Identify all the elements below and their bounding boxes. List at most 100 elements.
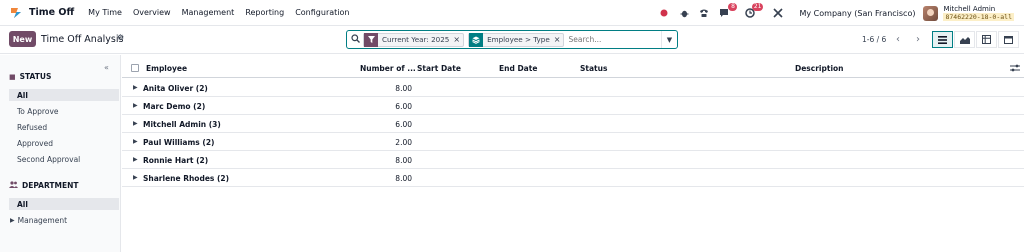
group-total: 8.00 bbox=[395, 174, 412, 183]
group-total: 6.00 bbox=[395, 102, 412, 111]
control-panel: New Time Off Analysis ⚙ Current Year: 20… bbox=[0, 26, 1024, 54]
bug-icon[interactable] bbox=[677, 6, 691, 20]
user-avatar[interactable] bbox=[923, 5, 939, 21]
company-switcher[interactable]: My Company (San Francisco) bbox=[799, 9, 915, 18]
group-expand-icon[interactable]: ▶ bbox=[133, 156, 138, 163]
table-row[interactable]: ▶ Ronnie Hart (2) 8.00 bbox=[122, 151, 1024, 169]
activity-clock-icon[interactable]: 21 bbox=[743, 3, 764, 20]
search-options-toggle[interactable]: ▼ bbox=[661, 31, 677, 48]
search-input[interactable] bbox=[568, 35, 659, 44]
search-panel: « ■ STATUS All To Approve Refused Approv… bbox=[0, 55, 121, 252]
group-expand-icon[interactable]: ▶ bbox=[133, 102, 138, 109]
menu-configuration[interactable]: Configuration bbox=[295, 8, 349, 17]
database-name: 87462220-18-0-all bbox=[943, 13, 1014, 21]
department-section-header: DEPARTMENT bbox=[9, 181, 79, 190]
table-row[interactable]: ▶ Paul Williams (2) 2.00 bbox=[122, 133, 1024, 151]
table-row[interactable]: ▶ Sharlene Rhodes (2) 8.00 bbox=[122, 169, 1024, 187]
column-description[interactable]: Description bbox=[795, 64, 844, 73]
table-row[interactable]: ▶ Anita Oliver (2) 8.00 bbox=[122, 79, 1024, 97]
group-expand-icon[interactable]: ▶ bbox=[133, 120, 138, 127]
list-view-button[interactable] bbox=[932, 31, 953, 48]
status-section-title: STATUS bbox=[19, 72, 52, 81]
filter-facet: Current Year: 2025 × bbox=[363, 32, 465, 47]
folder-icon: ■ bbox=[9, 72, 16, 81]
status-item-all[interactable]: All bbox=[9, 89, 119, 101]
calendar-icon bbox=[1004, 36, 1013, 44]
chat-badge: 8 bbox=[728, 3, 738, 11]
top-navbar: Time Off My Time Overview Management Rep… bbox=[0, 0, 1024, 26]
group-name: Marc Demo (2) bbox=[143, 102, 206, 111]
table-row[interactable]: ▶ Marc Demo (2) 6.00 bbox=[122, 97, 1024, 115]
main-menu: My Time Overview Management Reporting Co… bbox=[88, 8, 360, 17]
group-total: 6.00 bbox=[395, 120, 412, 129]
status-item-approved[interactable]: Approved bbox=[9, 137, 119, 149]
column-employee[interactable]: Employee bbox=[146, 64, 187, 73]
calendar-view-button[interactable] bbox=[998, 31, 1019, 48]
layers-icon bbox=[469, 32, 484, 47]
menu-management[interactable]: Management bbox=[182, 8, 235, 17]
column-status[interactable]: Status bbox=[580, 64, 607, 73]
group-name: Anita Oliver (2) bbox=[143, 84, 208, 93]
department-item-management[interactable]: ▶ Management bbox=[9, 214, 119, 226]
select-all-checkbox[interactable] bbox=[131, 64, 139, 72]
users-icon bbox=[9, 181, 18, 190]
group-expand-icon[interactable]: ▶ bbox=[133, 84, 138, 91]
area-chart-icon bbox=[959, 36, 970, 44]
app-name: Time Off bbox=[29, 7, 75, 18]
group-expand-icon[interactable]: ▶ bbox=[133, 138, 138, 145]
group-name: Ronnie Hart (2) bbox=[143, 156, 209, 165]
search-icon[interactable] bbox=[347, 33, 363, 46]
group-total: 8.00 bbox=[395, 84, 412, 93]
recording-dot-icon[interactable] bbox=[657, 6, 671, 20]
column-end-date[interactable]: End Date bbox=[499, 64, 537, 73]
pivot-table-icon bbox=[982, 35, 991, 44]
chat-icon[interactable]: 8 bbox=[717, 3, 738, 20]
pivot-view-button[interactable] bbox=[976, 31, 997, 48]
tools-icon[interactable] bbox=[771, 6, 785, 20]
page-title: Time Off Analysis bbox=[41, 34, 124, 45]
expand-caret-icon[interactable]: ▶ bbox=[10, 217, 15, 224]
status-item-second-approval[interactable]: Second Approval bbox=[9, 153, 119, 165]
filter-icon bbox=[364, 32, 378, 47]
menu-overview[interactable]: Overview bbox=[133, 8, 171, 17]
graph-view-button[interactable] bbox=[954, 31, 975, 48]
user-name: Mitchell Admin bbox=[943, 5, 996, 13]
department-item-label: Management bbox=[17, 215, 68, 225]
remove-filter-icon[interactable]: × bbox=[453, 35, 463, 44]
time-off-logo-icon bbox=[10, 6, 23, 19]
list-icon bbox=[938, 35, 947, 44]
search-bar: Current Year: 2025 × Employee > Type × ▼ bbox=[346, 30, 678, 49]
status-section-header: ■ STATUS bbox=[9, 72, 51, 81]
group-total: 2.00 bbox=[395, 138, 412, 147]
pager-next-icon[interactable]: › bbox=[911, 32, 925, 46]
systray: 8 21 My Company (San Francisco) Mitchell… bbox=[657, 0, 1024, 26]
table-header: Employee Number of ... Start Date End Da… bbox=[122, 58, 1024, 78]
menu-reporting[interactable]: Reporting bbox=[245, 8, 284, 17]
groupby-facet-label: Employee > Type bbox=[487, 35, 550, 44]
groupby-facet: Employee > Type × bbox=[468, 32, 565, 47]
table-row[interactable]: ▶ Mitchell Admin (3) 6.00 bbox=[122, 115, 1024, 133]
pager-value[interactable]: 1-6 / 6 bbox=[862, 35, 886, 44]
optional-columns-icon[interactable] bbox=[1010, 64, 1020, 74]
department-item-all[interactable]: All bbox=[9, 198, 119, 210]
user-menu[interactable]: Mitchell Admin 87462220-18-0-all bbox=[943, 5, 1014, 21]
group-name: Paul Williams (2) bbox=[143, 138, 215, 147]
new-button[interactable]: New bbox=[9, 31, 36, 47]
status-item-to-approve[interactable]: To Approve bbox=[9, 105, 119, 117]
column-start-date[interactable]: Start Date bbox=[417, 64, 461, 73]
menu-my-time[interactable]: My Time bbox=[88, 8, 122, 17]
collapse-panel-icon[interactable]: « bbox=[104, 63, 109, 72]
group-total: 8.00 bbox=[395, 156, 412, 165]
gear-icon[interactable]: ⚙ bbox=[117, 33, 124, 42]
group-expand-icon[interactable]: ▶ bbox=[133, 174, 138, 181]
group-name: Sharlene Rhodes (2) bbox=[143, 174, 230, 183]
phone-icon[interactable] bbox=[697, 6, 711, 20]
status-item-refused[interactable]: Refused bbox=[9, 121, 119, 133]
activity-badge: 21 bbox=[751, 3, 764, 11]
group-name: Mitchell Admin (3) bbox=[143, 120, 221, 129]
column-number-of-days[interactable]: Number of ... bbox=[360, 64, 416, 73]
department-section-title: DEPARTMENT bbox=[22, 181, 79, 190]
remove-groupby-icon[interactable]: × bbox=[554, 35, 564, 44]
pager-prev-icon[interactable]: ‹ bbox=[891, 32, 905, 46]
app-brand[interactable]: Time Off bbox=[10, 6, 74, 19]
